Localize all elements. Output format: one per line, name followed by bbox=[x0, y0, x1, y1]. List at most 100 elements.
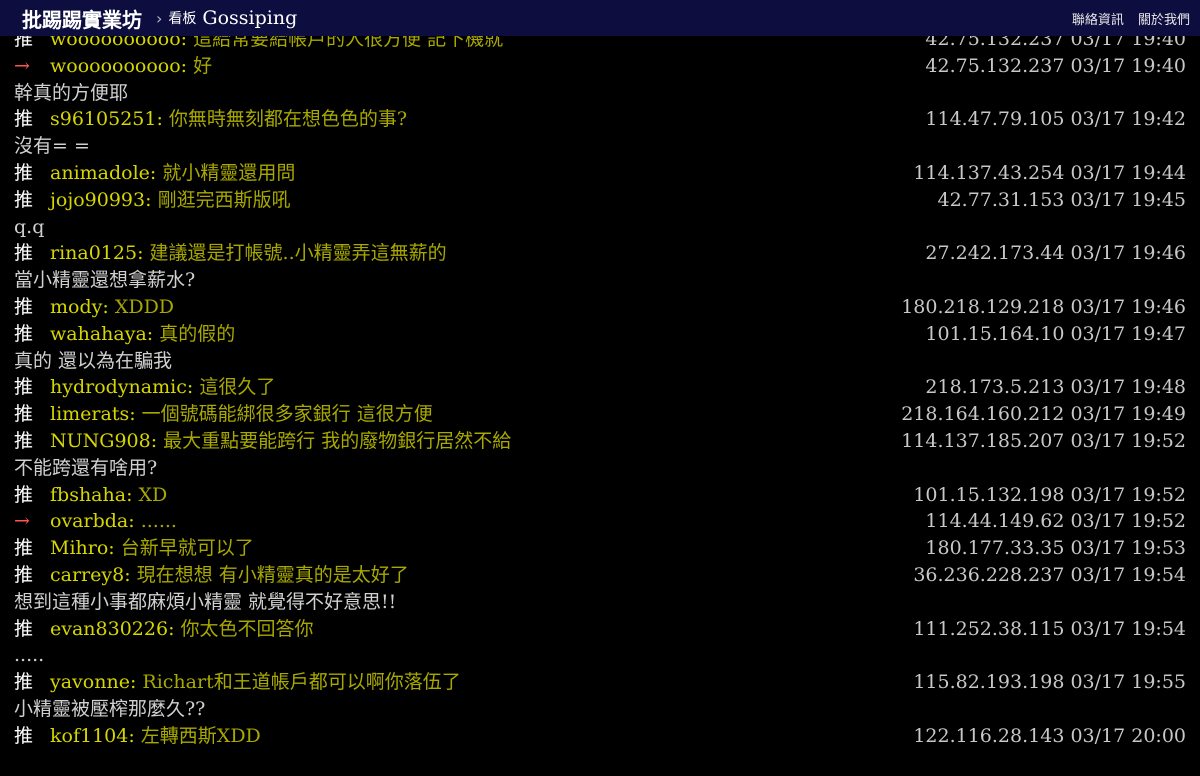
push-colon: : bbox=[128, 510, 141, 533]
push-ip-datetime: 114.44.149.62 03/17 19:52 bbox=[925, 510, 1186, 533]
push-content: 台新早就可以了 bbox=[120, 537, 254, 560]
push-colon: : bbox=[156, 108, 169, 131]
push-colon: : bbox=[128, 724, 141, 747]
push-colon: : bbox=[186, 376, 200, 399]
push-ip-datetime: 42.75.132.237 03/17 19:40 bbox=[925, 54, 1186, 77]
push-comment-body: kof1104: 左轉西斯XDD bbox=[50, 723, 261, 749]
push-comment-body: Mihro: 台新早就可以了 bbox=[50, 535, 254, 561]
push-ip-datetime: 36.236.228.237 03/17 19:54 bbox=[913, 564, 1186, 586]
push-tag: 推 bbox=[14, 564, 34, 586]
push-content: ...... bbox=[140, 510, 177, 533]
push-comment-body: hydrodynamic: 這很久了 bbox=[50, 374, 275, 400]
about-link[interactable]: 關於我們 bbox=[1138, 13, 1190, 28]
push-tag: 推 bbox=[14, 108, 34, 131]
board-name-link[interactable]: Gossiping bbox=[202, 7, 297, 29]
push-comment-row: 推 wahahaya: 真的假的 101.15.164.10 03/17 19:47 bbox=[0, 321, 1200, 347]
push-tag: 推 bbox=[14, 403, 34, 426]
push-tag: 推 bbox=[14, 296, 34, 318]
push-userid: woooooooooo bbox=[50, 36, 181, 50]
arrow-icon: → bbox=[14, 510, 30, 533]
push-ip-datetime: 101.15.164.10 03/17 19:47 bbox=[925, 322, 1186, 345]
push-comment-row: 推 limerats: 一個號碼能綁很多家銀行 這很方便 218.164.160.2… bbox=[0, 401, 1200, 427]
article-text: ..... bbox=[14, 644, 45, 667]
push-comment-row: 推 jojo90993: 剛逛完西斯版吼 42.77.31.153 03/17 19… bbox=[0, 187, 1200, 213]
push-comment-body: animadole: 就小精靈還用問 bbox=[50, 160, 295, 186]
push-tag: 推 bbox=[14, 188, 34, 211]
push-comment-body: jojo90993: 剛逛完西斯版吼 bbox=[50, 187, 291, 213]
top-navigation-bar: 批踢踢實業坊 › 看板 Gossiping 聯絡資訊 關於我們 bbox=[0, 0, 1200, 36]
push-colon: : bbox=[145, 188, 158, 211]
push-comment-body: NUNG908: 最大重點要能跨行 我的廢物銀行居然不給 bbox=[50, 428, 511, 454]
push-ip-datetime: 115.82.193.198 03/17 19:55 bbox=[913, 671, 1186, 694]
push-content: 建議還是打帳號..小精靈弄這無薪的 bbox=[149, 242, 447, 265]
push-userid: limerats bbox=[50, 403, 130, 426]
chevron-right-icon: › bbox=[156, 8, 163, 28]
push-ip-datetime: 218.173.5.213 03/17 19:48 bbox=[925, 376, 1186, 399]
push-colon: : bbox=[108, 537, 121, 560]
article-text-line: 想到這種小事都麻煩小精靈 就覺得不好意思!! bbox=[0, 589, 1200, 615]
push-comment-body: woooooooooo: 這給常要給帳戶的人很方便 記下機就 bbox=[50, 36, 503, 52]
site-title-link[interactable]: 批踢踢實業坊 bbox=[22, 4, 142, 33]
push-userid: animadole bbox=[50, 162, 150, 184]
push-userid: s96105251 bbox=[50, 108, 157, 131]
push-ip-datetime: 180.218.129.218 03/17 19:46 bbox=[901, 296, 1186, 318]
push-comment-row: 推 hydrodynamic: 這很久了 218.173.5.213 03/17 1… bbox=[0, 374, 1200, 400]
push-ip-datetime: 111.252.38.115 03/17 19:54 bbox=[913, 617, 1186, 640]
push-userid: kof1104 bbox=[50, 724, 129, 747]
push-colon: : bbox=[137, 242, 150, 265]
push-colon: : bbox=[146, 322, 160, 345]
push-comment-body: ovarbda: ...... bbox=[50, 508, 177, 534]
article-text: 沒有= = bbox=[14, 135, 90, 158]
push-comment-body: rina0125: 建議還是打帳號..小精靈弄這無薪的 bbox=[50, 240, 447, 266]
push-userid: Mihro bbox=[50, 537, 109, 560]
push-ip-datetime: 114.137.185.207 03/17 19:52 bbox=[901, 430, 1186, 452]
push-comment-row: 推 evan830226: 你太色不回答你 111.252.38.115 03/17… bbox=[0, 616, 1200, 642]
push-userid: yavonne bbox=[50, 671, 130, 694]
article-text: q.q bbox=[14, 215, 45, 238]
push-tag: 推 bbox=[14, 322, 34, 345]
push-userid: evan830226 bbox=[50, 617, 169, 640]
push-userid: mody bbox=[50, 296, 103, 318]
push-ip-datetime: 114.47.79.105 03/17 19:42 bbox=[925, 108, 1186, 131]
header-links: 聯絡資訊 關於我們 bbox=[1062, 9, 1190, 28]
push-comment-body: mody: XDDD bbox=[50, 294, 174, 320]
push-comment-body: carrey8: 現在想想 有小精靈真的是太好了 bbox=[50, 562, 409, 588]
push-tag: 推 bbox=[14, 724, 34, 747]
article-text: 幹真的方便耶 bbox=[14, 81, 129, 104]
push-content: 現在想想 有小精靈真的是太好了 bbox=[136, 564, 409, 586]
push-userid: woooooooooo bbox=[50, 54, 181, 77]
push-comment-body: evan830226: 你太色不回答你 bbox=[50, 616, 314, 642]
push-content: 這給常要給帳戶的人很方便 記下機就 bbox=[193, 36, 504, 50]
push-tag: 推 bbox=[14, 617, 34, 640]
push-ip-datetime: 122.116.28.143 03/17 20:00 bbox=[913, 724, 1186, 747]
push-comment-body: wahahaya: 真的假的 bbox=[50, 321, 235, 347]
push-colon: : bbox=[180, 36, 194, 50]
push-userid: hydrodynamic bbox=[50, 376, 187, 399]
push-comment-row: 推 woooooooooo: 這給常要給帳戶的人很方便 記下機就 42.75.132… bbox=[0, 36, 1200, 52]
push-ip-datetime: 180.177.33.35 03/17 19:53 bbox=[925, 537, 1186, 560]
push-colon: : bbox=[126, 483, 139, 506]
push-userid: rina0125 bbox=[50, 242, 138, 265]
article-text: 當小精靈還想拿薪水? bbox=[14, 269, 196, 292]
push-content: 你太色不回答你 bbox=[180, 617, 314, 640]
article-text: 不能跨還有啥用? bbox=[14, 456, 158, 479]
push-comment-body: fbshaha: XD bbox=[50, 482, 167, 508]
article-text-line: ..... bbox=[0, 642, 1200, 668]
push-colon: : bbox=[129, 671, 143, 694]
push-comment-body: woooooooooo: 好 bbox=[50, 53, 212, 79]
contact-link[interactable]: 聯絡資訊 bbox=[1072, 13, 1124, 28]
push-ip-datetime: 42.77.31.153 03/17 19:45 bbox=[937, 188, 1186, 211]
push-comment-row: 推 Mihro: 台新早就可以了 180.177.33.35 03/17 19:53 bbox=[0, 535, 1200, 561]
push-userid: wahahaya bbox=[50, 322, 147, 345]
push-colon: : bbox=[124, 564, 137, 586]
board-label: 看板 bbox=[168, 11, 197, 27]
push-ip-datetime: 27.242.173.44 03/17 19:46 bbox=[925, 242, 1186, 265]
push-comment-feed: 推 woooooooooo: 這給常要給帳戶的人很方便 記下機就 42.75.132… bbox=[0, 36, 1200, 776]
push-content: 好 bbox=[193, 54, 213, 77]
article-text: 真的 還以為在騙我 bbox=[14, 349, 173, 372]
article-text: 想到這種小事都麻煩小精靈 就覺得不好意思!! bbox=[14, 590, 397, 613]
push-comment-row: 推 kof1104: 左轉西斯XDD 122.116.28.143 03/17 20… bbox=[0, 723, 1200, 749]
push-comment-body: yavonne: Richart和王道帳戶都可以啊你落伍了 bbox=[50, 669, 461, 695]
push-colon: : bbox=[150, 430, 164, 452]
push-comment-body: limerats: 一個號碼能綁很多家銀行 這很方便 bbox=[50, 401, 433, 427]
